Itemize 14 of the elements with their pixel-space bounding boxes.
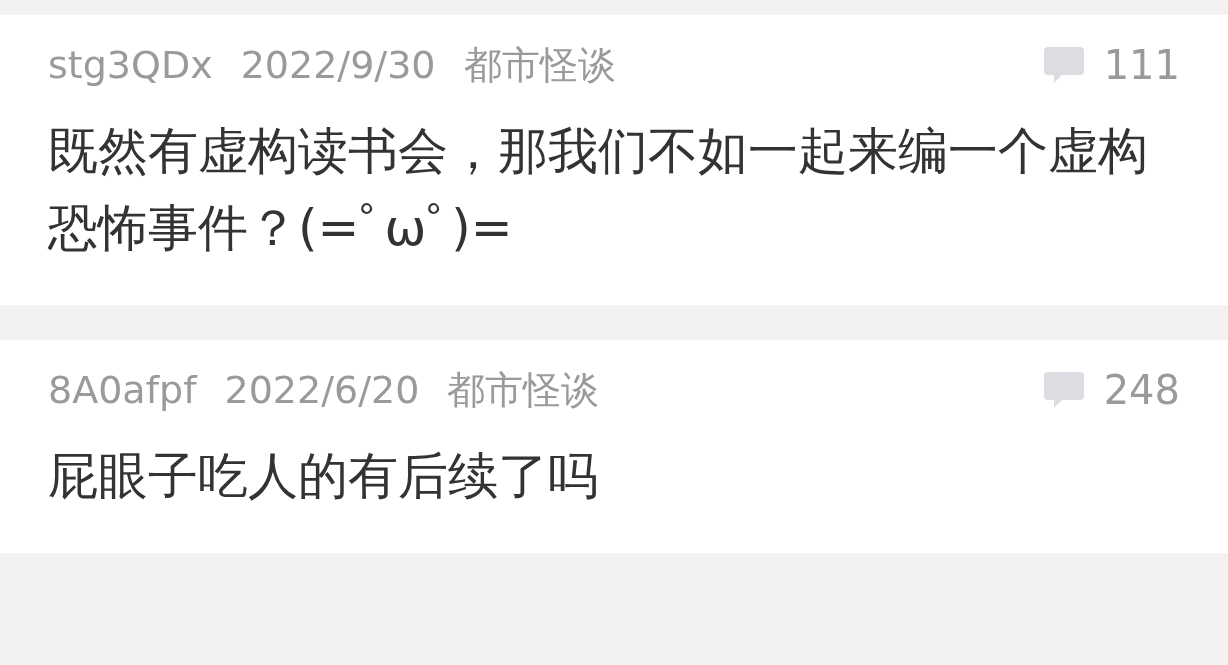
post-date: 2022/9/30	[240, 43, 436, 87]
post-date: 2022/6/20	[224, 368, 420, 412]
comment-count: 111	[1103, 42, 1180, 88]
category-label: 都市怪谈	[447, 366, 600, 414]
post-title: 屁眼子吃人的有后续了吗	[48, 446, 599, 507]
author-name: stg3QDx	[48, 43, 213, 87]
post-card[interactable]: stg3QDx 2022/9/30 都市怪谈 111 既然有虚构读书会，那我们不如一起来编一个虚构恐怖事件？(=ﾟωﾟ)=	[0, 15, 1228, 305]
post-title: 既然有虚构读书会，那我们不如一起来编一个虚构恐怖事件？(=ﾟωﾟ)=	[48, 121, 1149, 259]
comment-icon	[1043, 47, 1084, 83]
post-card[interactable]: 8A0afpf 2022/6/20 都市怪谈 248 屁眼子吃人的有后续了吗	[0, 340, 1228, 553]
author-name: 8A0afpf	[48, 368, 197, 412]
category-label: 都市怪谈	[463, 41, 616, 89]
comment-icon	[1043, 372, 1084, 408]
comment-count: 248	[1103, 367, 1180, 413]
